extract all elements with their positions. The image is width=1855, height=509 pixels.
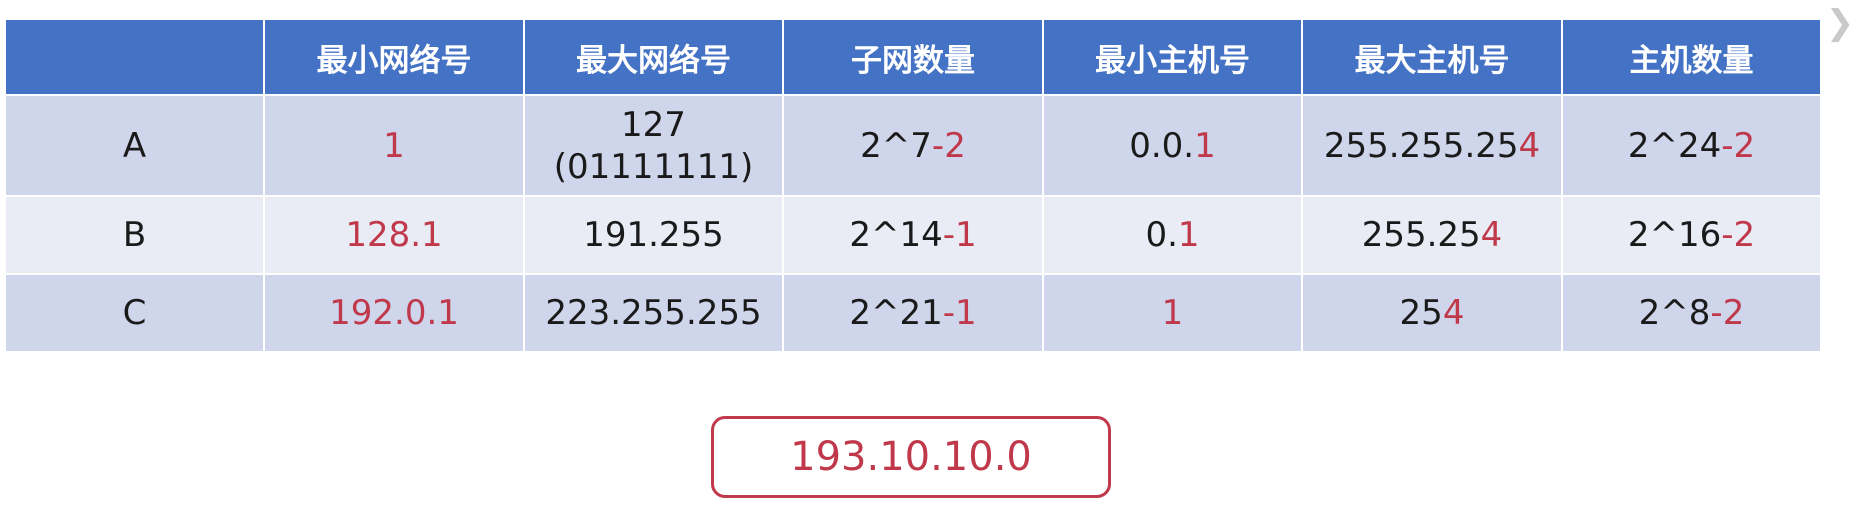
highlight-text: 4 <box>1442 293 1465 333</box>
value-text: 2^21 <box>849 293 943 333</box>
highlight-text: 192.0.1 <box>329 293 459 333</box>
max-host-cell: 255.254 <box>1301 195 1563 275</box>
value-text: 2^24 <box>1627 125 1722 166</box>
host-count-cell: 2^8-2 <box>1561 273 1822 353</box>
highlight-text: 1 <box>383 125 405 166</box>
host-count-cell: 2^16-2 <box>1561 195 1822 275</box>
value-text: 2^14 <box>849 215 943 255</box>
highlight-text: -2 <box>931 125 966 166</box>
header-min-network: 最小网络号 <box>263 18 525 96</box>
highlight-text: 1 <box>1177 215 1200 255</box>
chevron-right-icon[interactable]: ❯ <box>1825 0 1855 46</box>
subnet-count-cell: 2^14-1 <box>782 195 1044 275</box>
value-text: 255.255.25 <box>1323 125 1519 166</box>
max-host-cell: 254 <box>1301 273 1563 353</box>
min-network-cell: 192.0.1 <box>263 273 525 353</box>
value-text: 25 <box>1399 293 1443 333</box>
max-network-cell: 127 (01111111) <box>523 94 784 197</box>
slide: 最小网络号 最大网络号 子网数量 最小主机号 最大主机号 主机数量 A 1 127(… <box>0 0 1855 509</box>
min-host-cell: 0.0.1 <box>1042 94 1303 197</box>
min-network-cell: 1 <box>263 94 525 197</box>
header-host-count: 主机数量 <box>1561 18 1822 96</box>
highlight-text: -2 <box>1721 125 1756 166</box>
highlight-text: 1 <box>1161 293 1184 333</box>
class-cell: B <box>4 195 265 275</box>
table-row: C 192.0.1 223.255.255 2^21-1 1 254 2^8-2 <box>4 273 1822 353</box>
value-text: 0.0. <box>1129 125 1195 166</box>
highlight-text: 1 <box>1194 125 1216 166</box>
table-row: B 128.1 191.255 2^14-1 0.1 255.254 2^16-2 <box>4 195 1822 275</box>
table-row: A 1 127 (01111111) 2^7-2 0.0.1 255.255.254 2^24… <box>4 94 1822 197</box>
max-network-cell: 191.255 <box>523 195 784 275</box>
class-cell: A <box>4 94 265 197</box>
highlight-text: -2 <box>1710 293 1745 333</box>
value-text: 2^7 <box>860 125 932 166</box>
max-network-value: 127 <box>621 104 686 145</box>
value-text: 0. <box>1145 215 1178 255</box>
header-max-network: 最大网络号 <box>523 18 784 96</box>
value-text: 2^16 <box>1627 215 1722 255</box>
header-max-host: 最大主机号 <box>1301 18 1563 96</box>
class-cell: C <box>4 273 265 353</box>
highlight-text: -1 <box>942 215 977 255</box>
highlight-text: 4 <box>1518 125 1541 166</box>
min-host-cell: 0.1 <box>1042 195 1303 275</box>
header-row: 最小网络号 最大网络号 子网数量 最小主机号 最大主机号 主机数量 <box>4 18 1822 96</box>
subnet-count-cell: 2^21-1 <box>782 273 1044 353</box>
ip-class-table: 最小网络号 最大网络号 子网数量 最小主机号 最大主机号 主机数量 A 1 127(… <box>4 18 1822 353</box>
value-text: 255.25 <box>1361 215 1481 255</box>
highlight-text: 4 <box>1480 215 1503 255</box>
host-count-cell: 2^24-2 <box>1561 94 1822 197</box>
header-min-host: 最小主机号 <box>1042 18 1303 96</box>
callout-text: 193.10.10.0 <box>790 434 1032 480</box>
max-network-value: 191.255 <box>583 215 724 255</box>
max-network-binary: (01111111) <box>553 146 754 187</box>
header-blank <box>4 18 265 96</box>
highlight-text: -1 <box>942 293 977 333</box>
header-subnet-count: 子网数量 <box>782 18 1044 96</box>
max-host-cell: 255.255.254 <box>1301 94 1563 197</box>
min-network-cell: 128.1 <box>263 195 525 275</box>
highlight-text: 128.1 <box>345 215 443 255</box>
ip-address-callout: 193.10.10.0 <box>711 416 1111 498</box>
value-text: 2^8 <box>1638 293 1711 333</box>
subnet-count-cell: 2^7-2 <box>782 94 1044 197</box>
min-host-cell: 1 <box>1042 273 1303 353</box>
max-network-cell: 223.255.255 <box>523 273 784 353</box>
highlight-text: -2 <box>1721 215 1756 255</box>
max-network-value: 223.255.255 <box>545 293 762 333</box>
